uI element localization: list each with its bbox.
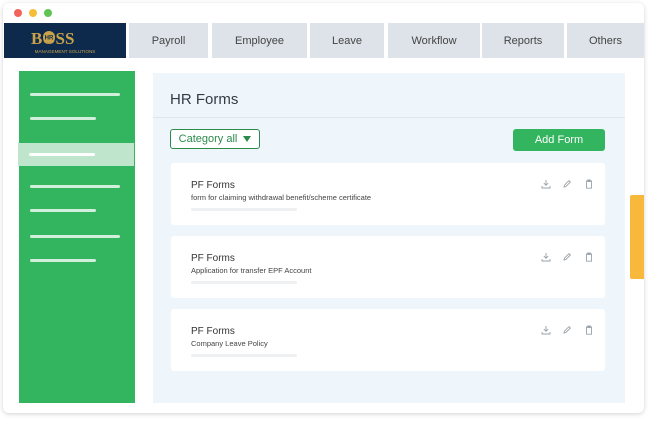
app-window: BOSS HR MANAGEMENT SOLUTIONS Payroll Emp…: [3, 3, 644, 413]
window-titlebar: [3, 3, 644, 23]
edit-icon[interactable]: [562, 252, 572, 262]
nav-tab-payroll[interactable]: Payroll: [129, 23, 208, 58]
download-icon[interactable]: [541, 179, 551, 189]
sidebar-item[interactable]: [30, 93, 120, 96]
scroll-handle[interactable]: [630, 195, 644, 279]
form-card[interactable]: PF Forms form for claiming withdrawal be…: [171, 163, 605, 225]
logo-badge: HR: [45, 36, 54, 42]
nav-tab-leave[interactable]: Leave: [310, 23, 384, 58]
sidebar-item-active[interactable]: [18, 143, 134, 166]
clipboard-icon[interactable]: [584, 252, 594, 262]
nav-tab-reports[interactable]: Reports: [482, 23, 564, 58]
sidebar-item[interactable]: [30, 117, 96, 120]
hr-forms-panel: HR Forms Category all Add Form PF Forms …: [153, 73, 625, 403]
edit-icon[interactable]: [562, 325, 572, 335]
download-icon[interactable]: [541, 325, 551, 335]
boss-hr-logo[interactable]: BOSS HR MANAGEMENT SOLUTIONS: [4, 23, 126, 58]
edit-icon[interactable]: [562, 179, 572, 189]
sidebar: [19, 71, 135, 403]
form-card-description: Application for transfer EPF Account: [191, 266, 312, 275]
nav-tab-employee[interactable]: Employee: [212, 23, 307, 58]
form-card-description: Company Leave Policy: [191, 339, 268, 348]
header-divider: [153, 117, 625, 118]
form-card-placeholder-bar: [191, 354, 297, 357]
form-card-placeholder-bar: [191, 208, 297, 211]
clipboard-icon[interactable]: [584, 179, 594, 189]
form-card[interactable]: PF Forms Company Leave Policy: [171, 309, 605, 371]
add-form-button[interactable]: Add Form: [513, 129, 605, 151]
maximize-window-button[interactable]: [44, 9, 52, 17]
sidebar-item[interactable]: [30, 259, 96, 262]
form-card-title: PF Forms: [191, 253, 235, 264]
category-filter-label: Category all: [178, 133, 238, 145]
form-card-description: form for claiming withdrawal benefit/sch…: [191, 193, 372, 202]
nav-tab-others[interactable]: Others: [567, 23, 644, 58]
download-icon[interactable]: [541, 252, 551, 262]
logo-tagline: MANAGEMENT SOLUTIONS: [35, 49, 96, 54]
sidebar-item[interactable]: [30, 235, 120, 238]
nav-tab-workflow[interactable]: Workflow: [388, 23, 480, 58]
close-window-button[interactable]: [14, 9, 22, 17]
form-card-title: PF Forms: [191, 180, 235, 191]
category-filter-dropdown[interactable]: Category all: [170, 129, 260, 149]
form-card-title: PF Forms: [191, 326, 235, 337]
minimize-window-button[interactable]: [29, 9, 37, 17]
sidebar-item[interactable]: [30, 185, 120, 188]
sidebar-item[interactable]: [30, 209, 96, 212]
form-card-placeholder-bar: [191, 281, 297, 284]
clipboard-icon[interactable]: [584, 325, 594, 335]
form-card[interactable]: PF Forms Application for transfer EPF Ac…: [171, 236, 605, 298]
page-title: HR Forms: [170, 91, 239, 108]
caret-down-icon: [243, 136, 252, 142]
sidebar-item-active-line: [29, 153, 95, 156]
